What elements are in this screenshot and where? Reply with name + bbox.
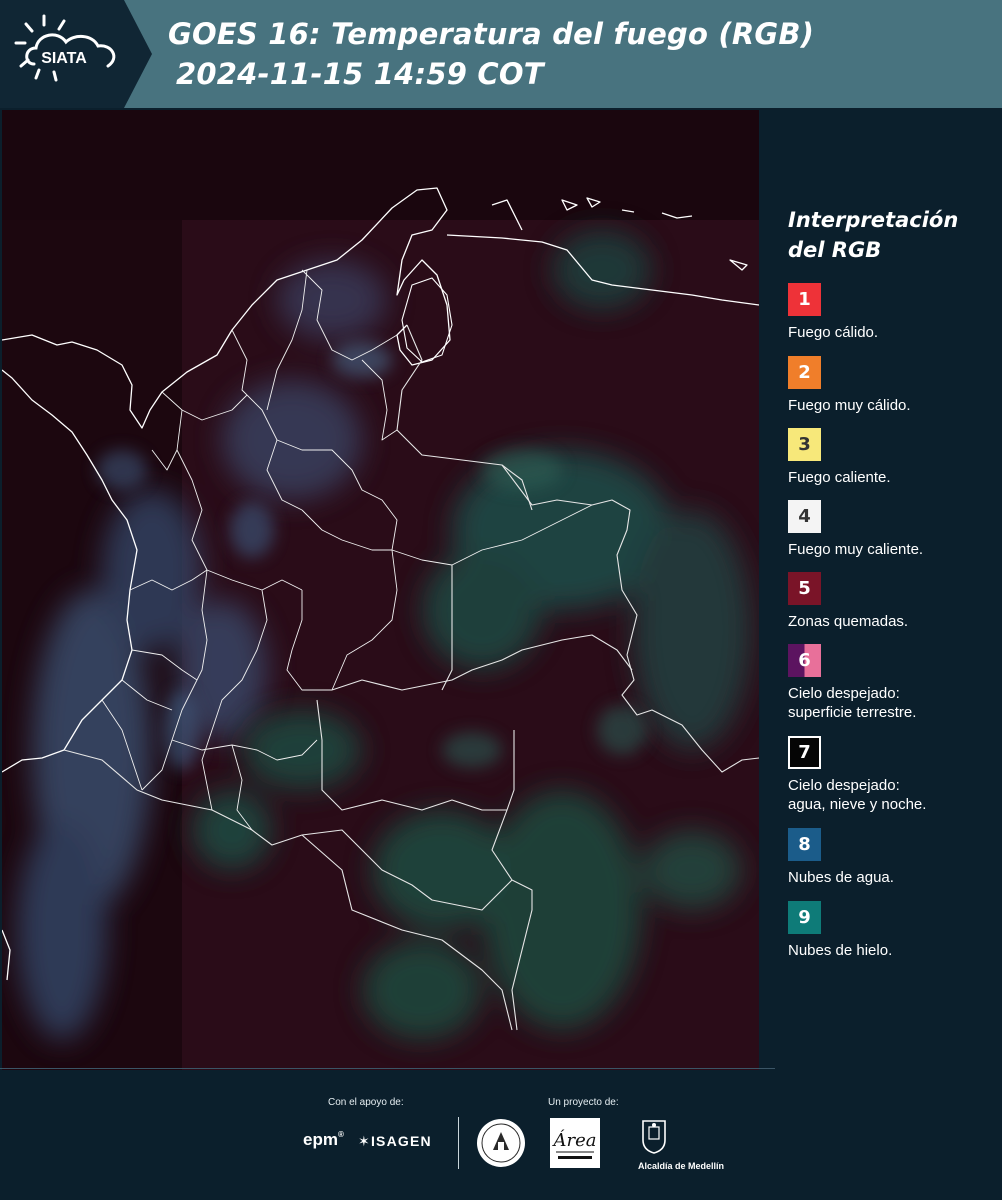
legend-item-6: 6 Cielo despejado: superficie terrestre. xyxy=(788,644,916,722)
epm-logo: epm® xyxy=(303,1130,344,1149)
legend-label: Fuego muy cálido. xyxy=(788,397,911,414)
map-canvas xyxy=(2,110,759,1070)
legend: Interpretación del RGB 1 Fuego cálido. 2 Fu… xyxy=(788,205,998,983)
project-label: Un proyecto de: xyxy=(548,1097,619,1108)
legend-label: Fuego caliente. xyxy=(788,469,891,486)
legend-swatch-5: 5 xyxy=(788,572,821,605)
area-metropolitana-logo: Área xyxy=(550,1118,600,1168)
legend-label: Fuego muy caliente. xyxy=(788,541,924,558)
satellite-map[interactable] xyxy=(2,110,759,1070)
siata-logo: SIATA xyxy=(14,14,116,82)
legend-label-line2: superficie terrestre. xyxy=(788,704,917,721)
legend-number: 9 xyxy=(798,907,811,928)
legend-label: Fuego cálido. xyxy=(788,324,879,341)
alcaldia-shield-logo xyxy=(642,1120,666,1154)
isagen-logo-text: ISAGEN xyxy=(370,1133,432,1149)
legend-swatch-2: 2 xyxy=(788,356,821,389)
legend-number: 8 xyxy=(798,834,811,855)
legend-label: Nubes de agua. xyxy=(788,869,894,886)
legend-swatch-1: 1 xyxy=(788,283,821,316)
legend-number: 4 xyxy=(798,506,811,527)
legend-swatch-8: 8 xyxy=(788,828,821,861)
legend-swatch-7: 7 xyxy=(788,736,821,769)
legend-number: 7 xyxy=(798,742,811,763)
legend-label: Cielo despejado: xyxy=(788,685,900,702)
footer-divider xyxy=(0,1068,775,1069)
page-title: GOES 16: Temperatura del fuego (RGB) xyxy=(168,17,815,51)
legend-number: 5 xyxy=(798,578,811,599)
legend-number: 3 xyxy=(798,434,811,455)
legend-swatch-9: 9 xyxy=(788,901,821,934)
isagen-logo: ✶ISAGEN xyxy=(358,1133,432,1149)
legend-number: 2 xyxy=(798,362,811,383)
legend-item-9: 9 Nubes de hielo. xyxy=(788,901,892,960)
legend-item-4: 4 Fuego muy caliente. xyxy=(788,500,923,559)
legend-items: 1 Fuego cálido. 2 Fuego muy cálido. 3 Fuego c… xyxy=(788,283,998,983)
alcaldia-label: Alcaldía de Medellín xyxy=(638,1161,725,1171)
epm-logo-text: epm xyxy=(303,1130,338,1149)
legend-swatch-4: 4 xyxy=(788,500,821,533)
legend-label: Nubes de hielo. xyxy=(788,942,893,959)
legend-item-3: 3 Fuego caliente. xyxy=(788,428,891,487)
legend-swatch-6: 6 xyxy=(788,644,821,677)
area-logo-text: Área xyxy=(552,1128,597,1151)
legend-item-8: 8 Nubes de agua. xyxy=(788,828,894,887)
legend-label: Zonas quemadas. xyxy=(788,613,909,630)
timestamp: 2024-11-15 14:59 COT xyxy=(176,57,544,91)
support-label: Con el apoyo de: xyxy=(328,1097,404,1108)
legend-title: Interpretación del RGB xyxy=(788,208,959,262)
legend-item-7: 7 Cielo despejado: agua, nieve y noche. xyxy=(788,736,926,814)
legend-number: 1 xyxy=(798,289,811,310)
siata-logo-text: SIATA xyxy=(41,50,87,67)
legend-swatch-3: 3 xyxy=(788,428,821,461)
legend-item-5: 5 Zonas quemadas. xyxy=(788,572,908,631)
legend-number: 6 xyxy=(798,650,811,671)
university-seal-logo xyxy=(477,1119,525,1167)
legend-label-line2: agua, nieve y noche. xyxy=(788,796,927,813)
header: SIATA GOES 16: Temperatura del fuego (RG… xyxy=(0,0,1002,108)
legend-item-1: 1 Fuego cálido. xyxy=(788,283,878,342)
legend-item-2: 2 Fuego muy cálido. xyxy=(788,356,911,415)
footer-logo-divider xyxy=(458,1117,459,1169)
legend-label: Cielo despejado: xyxy=(788,777,900,794)
